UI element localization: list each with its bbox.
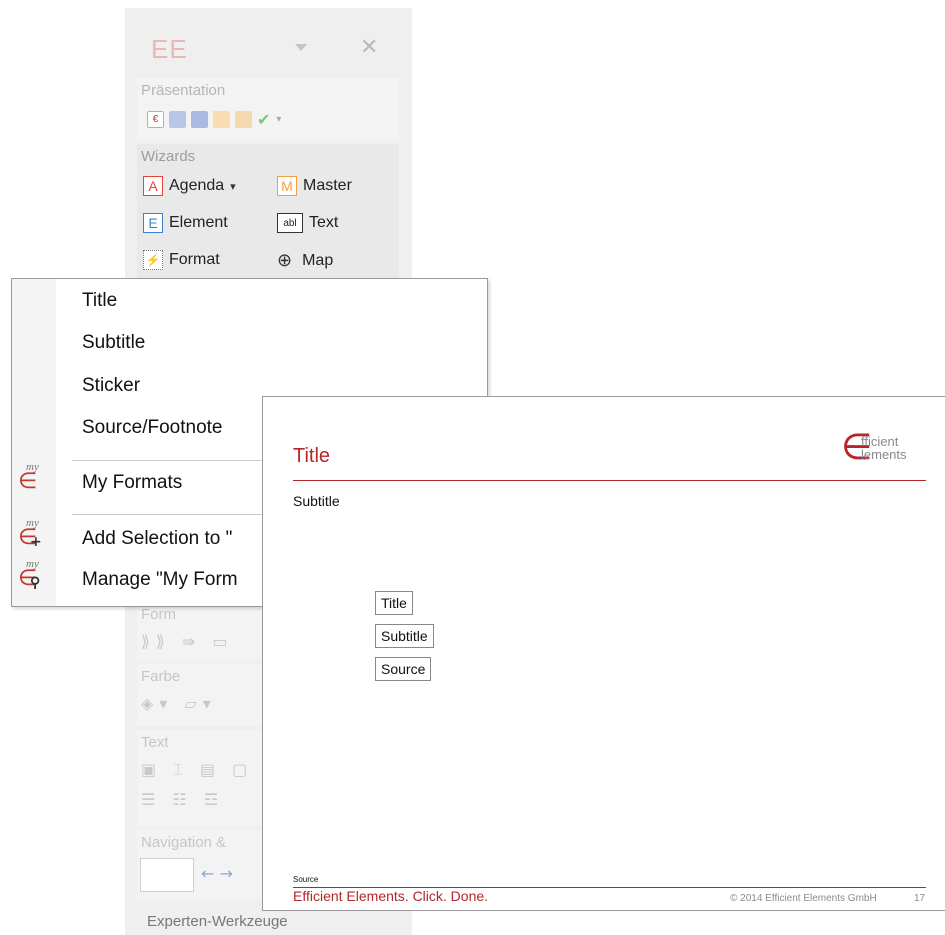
- menu-item-source-footnote[interactable]: Source/Footnote: [82, 417, 222, 439]
- section-title-experten[interactable]: Experten-Werkzeuge: [147, 913, 288, 930]
- menu-item-manage-my-formats[interactable]: Manage "My Form: [82, 569, 238, 591]
- slide-subtitle: Subtitle: [293, 493, 340, 509]
- fill-color-icon[interactable]: ◈▾ ▱▾: [141, 694, 217, 713]
- menu-item-subtitle[interactable]: Subtitle: [82, 332, 145, 354]
- wizard-map-button[interactable]: ⊕ Map: [277, 250, 333, 271]
- format-sample-title[interactable]: Title: [375, 591, 413, 615]
- slide-title: Title: [293, 445, 331, 467]
- wizard-text-button[interactable]: abl Text: [277, 213, 338, 233]
- panel-menu-chevron-icon[interactable]: [295, 44, 307, 51]
- menu-item-my-formats[interactable]: My Formats: [82, 472, 182, 494]
- wizard-map-label: Map: [302, 251, 334, 269]
- wizard-element-label: Element: [169, 214, 228, 231]
- mail-list-icon[interactable]: [235, 111, 252, 128]
- menu-item-title[interactable]: Title: [82, 290, 117, 312]
- section-presentation: Präsentation € ✔ ▾: [137, 78, 399, 140]
- element-icon: E: [143, 213, 163, 233]
- section-title-farbe: Farbe: [141, 668, 181, 685]
- wizard-format-button[interactable]: ⚡ Format: [143, 250, 220, 270]
- check-icon[interactable]: ✔: [257, 110, 270, 129]
- save-grid-icon[interactable]: [191, 111, 208, 128]
- agenda-icon: A: [143, 176, 163, 196]
- close-icon[interactable]: ✕: [360, 35, 378, 60]
- slide-footer-tagline: Efficient Elements. Click. Done.: [293, 888, 489, 904]
- section-wizards: Wizards A Agenda ▾ M Master E Element ab…: [137, 144, 399, 279]
- master-icon: M: [277, 176, 297, 196]
- navigation-input[interactable]: [140, 858, 194, 892]
- menu-icon-strip: [12, 279, 56, 606]
- slide-copyright: © 2014 Efficient Elements GmbH: [730, 893, 877, 904]
- menu-item-add-selection[interactable]: Add Selection to ": [82, 528, 232, 550]
- format-sample-subtitle[interactable]: Subtitle: [375, 624, 434, 648]
- section-title-presentation: Präsentation: [141, 82, 226, 99]
- format-icon: ⚡: [143, 250, 163, 270]
- form-shape-icons[interactable]: ⟫⟫ ⇛ ▭: [141, 632, 234, 651]
- mail-icon[interactable]: [213, 111, 230, 128]
- efficient-elements-logo: ∈ fficient lements: [841, 427, 907, 468]
- section-title-form: Form: [141, 606, 176, 623]
- text-tools-row2-icons[interactable]: ☰ ☷ ☲: [141, 790, 224, 809]
- euro-doc-icon[interactable]: €: [147, 111, 164, 128]
- agenda-dropdown-icon[interactable]: ▾: [230, 180, 236, 193]
- wizard-agenda-button[interactable]: A Agenda ▾: [143, 176, 236, 196]
- text-tools-row1-icons[interactable]: ▣ ⌶ ▤ ▢: [141, 760, 253, 780]
- section-title-navigation: Navigation &: [141, 834, 227, 851]
- slide-source: Source: [293, 875, 319, 884]
- menu-item-sticker[interactable]: Sticker: [82, 375, 140, 397]
- presentation-toolbar: € ✔ ▾: [147, 110, 281, 129]
- wizard-agenda-label: Agenda: [169, 177, 225, 194]
- ee-logo: EE: [151, 34, 188, 64]
- slide-preview: Title ∈ fficient lements Subtitle Title S…: [262, 396, 945, 911]
- title-divider: [293, 480, 926, 481]
- wizard-text-label: Text: [309, 214, 339, 231]
- wizard-format-label: Format: [169, 251, 220, 268]
- text-field-icon: abl: [277, 213, 303, 233]
- wizard-master-label: Master: [303, 177, 352, 194]
- wizard-master-button[interactable]: M Master: [277, 176, 352, 196]
- wizard-element-button[interactable]: E Element: [143, 213, 228, 233]
- navigation-arrows-icon[interactable]: ← →: [201, 864, 233, 883]
- section-title-text: Text: [141, 734, 169, 751]
- format-sample-source[interactable]: Source: [375, 657, 432, 681]
- save-edit-icon[interactable]: [169, 111, 186, 128]
- slide-page-number: 17: [914, 893, 926, 904]
- dropdown-icon[interactable]: ▾: [276, 114, 281, 125]
- section-title-wizards: Wizards: [141, 148, 196, 165]
- globe-icon: ⊕: [277, 250, 293, 271]
